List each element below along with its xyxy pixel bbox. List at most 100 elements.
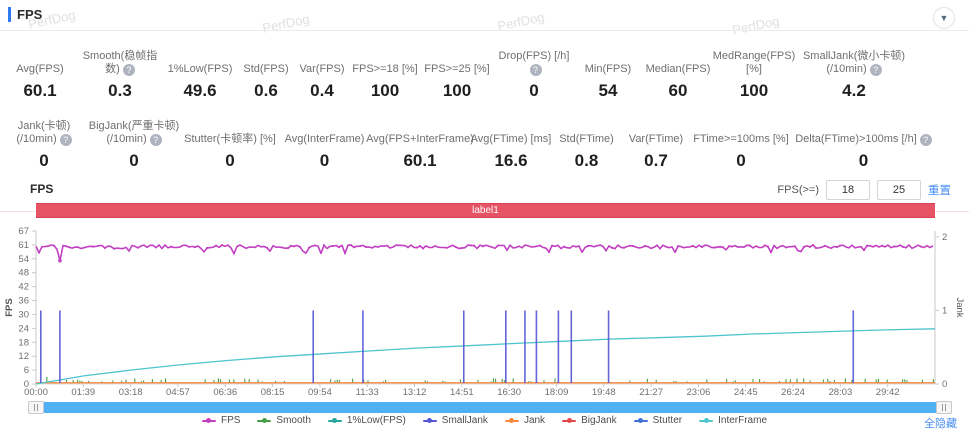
stat-cell: SmallJank(微小卡顿) (/10min)? 4.2 [794,42,914,100]
svg-text:30: 30 [18,309,29,320]
stat-value: 54 [598,81,618,100]
legend-item-smalljank[interactable]: SmallJank [422,415,488,426]
chart-header: FPS FPS(>=) 重置 [0,180,969,202]
svg-text:09:54: 09:54 [308,387,332,398]
legend-marker-icon [422,418,437,423]
stat-cell: Var(FTime) 0.7 [620,108,692,170]
legend-marker-icon [201,418,216,423]
stat-label: Var(FPS) [299,63,345,75]
stat-cell: Median(FPS) 60 [642,42,714,100]
help-icon[interactable]: ? [122,64,135,76]
legend-item-smooth[interactable]: Smooth [257,415,311,426]
svg-text:14:51: 14:51 [450,387,474,398]
legend-marker-icon [327,418,342,423]
stat-label: Avg(FPS+InterFrame) [366,133,474,145]
chart-svg: 0612182430364248546167FPS012Jank00:00 01:… [4,226,965,398]
stat-cell: Std(FPS) 0.6 [238,42,294,100]
stat-label: BigJank(严重卡顿) (/10min)? [88,120,180,146]
stat-cell: 1%Low(FPS) 49.6 [162,42,238,100]
stat-value: 0 [736,151,746,170]
svg-text:03:18: 03:18 [119,387,143,398]
svg-text:13:12: 13:12 [403,387,427,398]
legend-marker-icon [562,418,577,423]
legend-item-stutter[interactable]: Stutter [633,415,683,426]
stat-label: FPS>=18 [%] [352,63,418,75]
legend-item-interframe[interactable]: InterFrame [699,415,767,426]
stat-value: 0 [319,151,330,170]
svg-text:1: 1 [942,305,947,316]
stat-cell: FTime>=100ms [%] 0 [692,108,790,170]
svg-text:Jank: Jank [954,297,965,317]
stat-value: 60.1 [403,151,437,170]
svg-text:48: 48 [18,268,29,279]
caret-down-icon: ▼ [939,13,949,23]
stats-row-1: Avg(FPS) 60.1 Smooth(稳帧指数)? 0.3 1%Low(FPS) 49… [2,42,914,100]
stat-cell: Avg(FTime) [ms] 16.6 [469,108,553,170]
stat-label: 1%Low(FPS) [167,63,233,75]
stat-value: 0 [858,151,869,170]
stat-value: 0.8 [574,151,599,170]
hide-all-link[interactable]: 全隐藏 [924,415,957,430]
stat-label: SmallJank(微小卡顿) (/10min)? [802,50,906,76]
legend-label: Smooth [276,415,311,426]
stat-value: 60.1 [23,81,57,100]
stat-cell: Stutter(卡顿率) [%] 0 [182,108,278,170]
fps-threshold-input-low[interactable] [826,180,870,200]
svg-text:36: 36 [18,296,29,307]
stat-value: 49.6 [183,81,217,100]
stat-label: FTime>=100ms [%] [693,133,789,145]
svg-text:29:42: 29:42 [876,387,900,398]
legend-item-1-low-fps-[interactable]: 1%Low(FPS) [327,415,406,426]
collapse-button[interactable]: ▼ [933,7,955,29]
svg-text:26:24: 26:24 [781,387,805,398]
scrollbar-right-handle[interactable] [936,401,952,414]
svg-text:00:00: 00:00 [24,387,48,398]
svg-text:23:06: 23:06 [687,387,711,398]
stat-label: Std(FPS) [243,63,289,75]
scrollbar-thumb[interactable] [44,402,936,413]
scrollbar-left-handle[interactable] [28,401,44,414]
stat-cell: Delta(FTime)>100ms [/h]? 0 [790,108,937,170]
legend-item-bigjank[interactable]: BigJank [562,415,617,426]
stat-label: Avg(FPS) [16,63,64,75]
chart-scrollbar [0,401,969,414]
stat-label: MedRange(FPS)[%] [712,50,796,75]
legend-marker-icon [504,418,519,423]
stat-label: FPS>=25 [%] [424,63,490,75]
svg-text:6: 6 [24,365,29,376]
stat-cell: Jank(卡顿) (/10min)? 0 [2,108,86,170]
fps-panel: PerfDog PerfDog PerfDog PerfDog FPS ▼ Avg(F… [0,0,969,430]
help-icon[interactable]: ? [529,64,542,76]
help-icon[interactable]: ? [149,134,162,146]
panel-header: FPS ▼ [0,0,969,31]
legend-item-jank[interactable]: Jank [504,415,545,426]
svg-text:06:36: 06:36 [213,387,237,398]
svg-text:FPS: FPS [4,298,15,316]
stat-label: Var(FTime) [628,133,684,145]
stat-value: 0.3 [108,81,132,100]
stat-cell: Drop(FPS) [/h]? 0 [494,42,574,100]
legend-item-fps[interactable]: FPS [201,415,240,426]
fps-chart-canvas: 0 6 12 18 24 30 36 42 48 54 61 67 FPS 0 1 2 Jank 00:00 01:… [0,221,969,399]
threshold-label: FPS(>=) [777,184,819,196]
help-icon[interactable]: ? [869,64,882,76]
stat-value: 100 [370,81,400,100]
fps-threshold-input-high[interactable] [877,180,921,200]
stat-value: 60 [668,81,688,100]
svg-text:54: 54 [18,254,29,265]
legend-marker-icon [633,418,648,423]
svg-text:18:09: 18:09 [545,387,569,398]
svg-text:42: 42 [18,282,29,293]
panel-title: FPS [17,7,43,22]
legend-row: FPS Smooth 1%Low(FPS) SmallJank Jank BigJank S… [0,415,969,430]
reset-link[interactable]: 重置 [928,182,951,198]
stat-label: Avg(InterFrame) [284,133,365,145]
stat-value: 0 [225,151,235,170]
stat-cell: FPS>=18 [%] 100 [350,42,420,100]
legend-label: Stutter [652,415,683,426]
help-icon[interactable]: ? [59,134,72,146]
legend-label: SmallJank [441,415,488,426]
stats-row-2: Jank(卡顿) (/10min)? 0 BigJank(严重卡顿) (/10min… [2,108,937,170]
help-icon[interactable]: ? [919,134,932,146]
stat-label: Std(FTime) [559,133,614,145]
